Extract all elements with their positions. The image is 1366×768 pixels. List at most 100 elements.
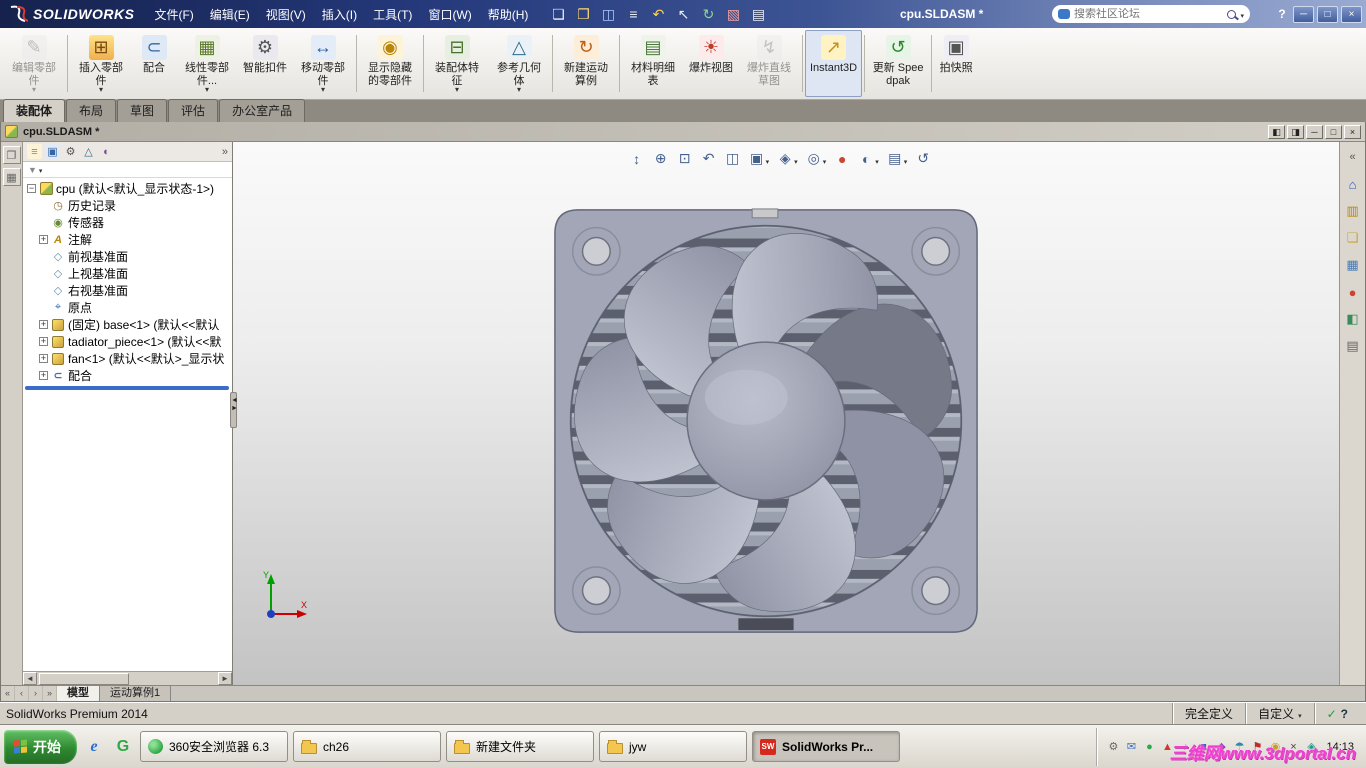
tray-icon[interactable]: ⚙: [1106, 740, 1120, 753]
insert-component-button[interactable]: ⊞ 插入零部件: [70, 30, 132, 97]
new-motion-study-button[interactable]: ↻ 新建运动算例: [555, 30, 617, 97]
assembly-toolbar-icon[interactable]: ▦: [2, 168, 21, 186]
view-palette-icon[interactable]: ▦: [1344, 256, 1362, 274]
scroll-right-icon[interactable]: ►: [218, 672, 232, 685]
tab-motion-study-1[interactable]: 运动算例1: [100, 686, 172, 701]
tree-item-front-plane[interactable]: ◇ 前视基准面: [23, 248, 232, 265]
take-snapshot-button[interactable]: ▣ 拍快照: [934, 30, 978, 97]
tree-item-fan[interactable]: fan<1> (默认<<默认>_显示状: [23, 350, 232, 367]
tree-item-top-plane[interactable]: ◇ 上视基准面: [23, 265, 232, 282]
move-component-button[interactable]: ↔ 移动零部件: [292, 30, 354, 97]
previous-view-icon[interactable]: ↶: [701, 150, 717, 167]
hide-show-items-icon[interactable]: ◎: [806, 150, 827, 167]
tray-icon[interactable]: ◆: [1214, 740, 1228, 753]
scrollbar-thumb[interactable]: [39, 672, 129, 685]
featuremanager-tab-icon[interactable]: ≡: [27, 144, 42, 159]
expand-box-icon[interactable]: [39, 370, 48, 381]
file-explorer-icon[interactable]: ❏: [1344, 229, 1362, 247]
smart-fasteners-button[interactable]: ⚙ 智能扣件: [238, 30, 292, 97]
last-study-icon[interactable]: »: [43, 686, 57, 701]
tree-item-tadiator-piece[interactable]: tadiator_piece<1> (默认<<默: [23, 333, 232, 350]
start-button[interactable]: 开始: [4, 729, 77, 764]
view-orientation-icon[interactable]: ▣: [749, 150, 770, 167]
exploded-view-button[interactable]: ☀ 爆炸视图: [684, 30, 738, 97]
tree-item-sensors[interactable]: ◉ 传感器: [23, 214, 232, 231]
show-hidden-components-button[interactable]: ◉ 显示隐藏的零部件: [359, 30, 421, 97]
tray-icon[interactable]: ☂: [1232, 740, 1246, 753]
next-study-icon[interactable]: ›: [29, 686, 43, 701]
display-style-icon[interactable]: ◈: [777, 150, 798, 167]
tree-item-mates[interactable]: ⊂ 配合: [23, 367, 232, 384]
tab-layout[interactable]: 布局: [66, 99, 117, 122]
zoom-area-icon[interactable]: ⊡: [677, 150, 693, 167]
displaymanager-tab-icon[interactable]: ◐: [99, 144, 114, 159]
tray-icon[interactable]: ✉: [1124, 740, 1138, 753]
tab-sketch[interactable]: 草图: [117, 99, 168, 122]
doc-minimize-button[interactable]: ─: [1306, 124, 1323, 139]
update-speedpak-button[interactable]: ↺ 更新 Speedpak: [867, 30, 929, 97]
tree-item-base[interactable]: (固定) base<1> (默认<<默认: [23, 316, 232, 333]
scroll-left-icon[interactable]: ◄: [23, 672, 37, 685]
edit-appearance-icon[interactable]: ●: [834, 151, 850, 167]
custom-status-menu[interactable]: 自定义: [1245, 703, 1314, 724]
tree-item-origin[interactable]: ⌖ 原点: [23, 299, 232, 316]
previous-study-icon[interactable]: ‹: [15, 686, 29, 701]
zoom-fit-icon[interactable]: ↕: [629, 151, 645, 167]
search-icon[interactable]: [1227, 9, 1237, 19]
taskbar-item-solidworks[interactable]: SW SolidWorks Pr...: [752, 731, 900, 762]
edit-component-button[interactable]: ✎ 编辑零部件: [3, 30, 65, 97]
options-icon[interactable]: ▤: [750, 6, 766, 23]
filter-caret-icon[interactable]: [39, 165, 43, 175]
tab-office-products[interactable]: 办公室产品: [219, 99, 306, 122]
expand-box-icon[interactable]: [39, 319, 48, 330]
menu-help[interactable]: 帮助(H): [480, 6, 537, 23]
status-help-icon[interactable]: ?: [1341, 707, 1348, 721]
tray-icon[interactable]: ♪: [1178, 741, 1192, 753]
new-document-icon[interactable]: ❏: [550, 6, 566, 23]
menu-insert[interactable]: 插入(I): [314, 6, 365, 23]
doc-restore-button[interactable]: □: [1325, 124, 1342, 139]
select-arrow-icon[interactable]: ↖: [675, 6, 691, 23]
search-scope-caret-icon[interactable]: [1240, 7, 1244, 21]
internet-explorer-icon[interactable]: e: [82, 735, 106, 759]
mate-button[interactable]: ⊂ 配合: [132, 30, 176, 97]
tray-icon[interactable]: ■: [1196, 741, 1210, 753]
rollback-bar[interactable]: [25, 386, 229, 390]
taskbar-item-ch26[interactable]: ch26: [293, 731, 441, 762]
tab-model[interactable]: 模型: [57, 686, 100, 701]
zoom-in-icon[interactable]: ⊕: [653, 150, 669, 167]
expand-box-icon[interactable]: [39, 353, 48, 364]
tray-icon[interactable]: ×: [1286, 741, 1300, 753]
tray-icon[interactable]: ◈: [1304, 740, 1318, 753]
print-icon[interactable]: ≡: [625, 6, 641, 22]
tree-root-assembly[interactable]: cpu (默认<默认_显示状态-1>): [23, 180, 232, 197]
custom-properties-icon[interactable]: ▤: [1344, 337, 1362, 355]
instant3d-button[interactable]: ↗ Instant3D: [805, 30, 863, 97]
cpu-fan-model[interactable]: [547, 202, 983, 641]
filter-funnel-icon[interactable]: ▼: [28, 165, 37, 175]
scenes-icon[interactable]: ◧: [1344, 310, 1362, 328]
tab-assembly[interactable]: 装配体: [3, 99, 66, 122]
panel-splitter[interactable]: ◄ ►: [230, 392, 238, 428]
rebuild-icon[interactable]: ↻: [700, 6, 716, 23]
graphics-viewport[interactable]: ↕ ⊕ ⊡ ↶ ◫ ▣ ◈ ◎ ● ◐ ▤ ↺: [233, 142, 1339, 685]
rotate-view-icon[interactable]: ↺: [915, 150, 931, 167]
assembly-features-button[interactable]: ⊟ 装配体特征: [426, 30, 488, 97]
reference-geometry-button[interactable]: △ 参考几何体: [488, 30, 550, 97]
tree-item-history[interactable]: ◷ 历史记录: [23, 197, 232, 214]
tray-icon[interactable]: ●: [1142, 741, 1156, 753]
tab-evaluate[interactable]: 评估: [168, 99, 219, 122]
tile-right-icon[interactable]: ◨: [1287, 124, 1304, 139]
apply-scene-icon[interactable]: ◐: [858, 151, 879, 167]
green-browser-icon[interactable]: G: [111, 735, 135, 759]
dimxpert-tab-icon[interactable]: △: [81, 144, 96, 159]
undo-icon[interactable]: ↶: [650, 6, 666, 23]
menu-tools[interactable]: 工具(T): [365, 6, 420, 23]
close-button[interactable]: ×: [1341, 5, 1362, 23]
open-icon[interactable]: ❐: [575, 6, 591, 23]
appearances-icon[interactable]: ●: [1344, 283, 1362, 301]
tree-item-annotations[interactable]: A 注解: [23, 231, 232, 248]
menu-window[interactable]: 窗口(W): [420, 6, 479, 23]
tray-icon[interactable]: ◉: [1268, 740, 1282, 753]
menu-file[interactable]: 文件(F): [146, 6, 201, 23]
